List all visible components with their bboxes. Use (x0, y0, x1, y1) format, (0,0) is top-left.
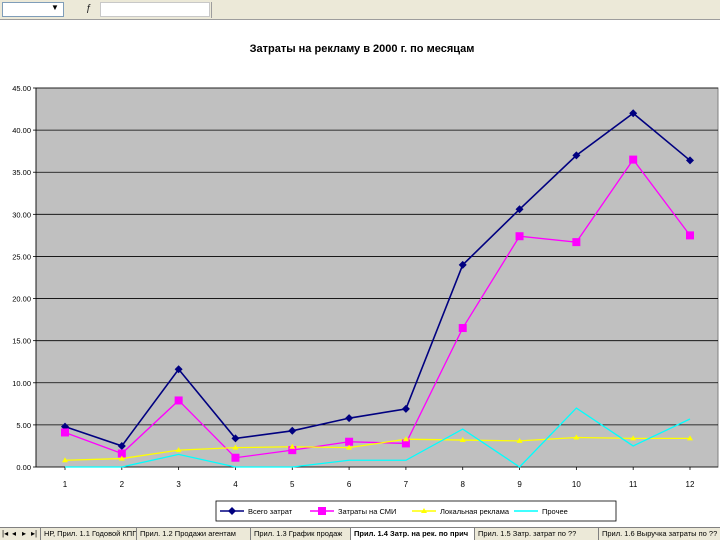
plot-area (35, 87, 719, 468)
data-point (174, 396, 183, 405)
data-point (686, 231, 694, 240)
x-tick-label: 2 (120, 480, 125, 489)
sheet-tab[interactable]: Прил. 1.6 Выручка затраты по ?? (598, 528, 718, 540)
x-tick-label: 7 (404, 480, 409, 489)
x-tick-label: 1 (63, 480, 68, 489)
line-chart[interactable]: Затраты на рекламу в 2000 г. по месяцам … (0, 20, 720, 527)
legend-label: Всего затрат (248, 507, 293, 516)
sheet-tab[interactable]: Прил. 1.3 График продаж (250, 528, 350, 540)
data-point (345, 437, 354, 446)
data-point (515, 232, 524, 241)
sheet-tab[interactable]: Прил. 1.2 Продажи агентам (136, 528, 250, 540)
sheet-tabs-bar: |◂ ◂ ▸ ▸| НР, Прил. 1.1 Годовой КПГ Прил. 1.2… (0, 527, 720, 540)
x-tick-label: 5 (290, 480, 295, 489)
tab-scroll-button[interactable]: ▸ (22, 528, 26, 540)
data-point (231, 453, 240, 462)
insert-function-icon[interactable]: ƒ (86, 3, 92, 14)
divider (211, 2, 212, 18)
tab-scroll-button[interactable]: |◂ (2, 528, 8, 540)
sheet-tab[interactable]: Прил. 1.4 Затр. на рек. по прич (350, 528, 474, 540)
y-tick-label: 30.00 (12, 210, 31, 219)
x-tick-label: 3 (176, 480, 181, 489)
y-tick-label: 40.00 (12, 126, 31, 135)
legend-label: Прочее (542, 507, 568, 516)
data-point (458, 324, 467, 333)
x-tick-label: 6 (347, 480, 352, 489)
x-tick-label: 11 (629, 480, 638, 489)
y-tick-label: 15.00 (12, 337, 31, 346)
y-tick-label: 45.00 (12, 84, 31, 93)
y-tick-label: 25.00 (12, 252, 31, 261)
chart-legend: Всего затрат Затраты на СМИ Локальная рекл… (215, 500, 617, 522)
tab-scroll-button[interactable]: ▸| (31, 528, 37, 540)
name-box-dropdown-icon[interactable]: ▼ (51, 3, 59, 12)
x-tick-label: 8 (461, 480, 466, 489)
legend-marker (318, 507, 326, 515)
formula-input[interactable] (100, 2, 210, 17)
y-tick-label: 0.00 (16, 463, 31, 472)
data-point (572, 238, 581, 247)
formula-bar: ▼ ƒ (0, 0, 720, 20)
sheet-tab[interactable]: Прил. 1.5 Затр. затрат по ?? (474, 528, 598, 540)
y-tick-label: 20.00 (12, 295, 31, 304)
data-point (629, 155, 638, 164)
x-tick-label: 10 (572, 480, 581, 489)
data-point (61, 428, 69, 437)
legend-label: Затраты на СМИ (338, 507, 396, 516)
legend-label: Локальная реклама (440, 507, 510, 516)
x-tick-label: 9 (517, 480, 522, 489)
sheet-tab[interactable]: НР, Прил. 1.1 Годовой КПГ (40, 528, 136, 540)
y-tick-label: 5.00 (16, 421, 31, 430)
tab-scroll-button[interactable]: ◂ (12, 528, 16, 540)
y-tick-label: 35.00 (12, 168, 31, 177)
x-tick-label: 4 (233, 480, 238, 489)
chart-title: Затраты на рекламу в 2000 г. по месяцам (250, 43, 475, 55)
x-tick-label: 12 (686, 480, 695, 489)
y-tick-label: 10.00 (12, 379, 31, 388)
